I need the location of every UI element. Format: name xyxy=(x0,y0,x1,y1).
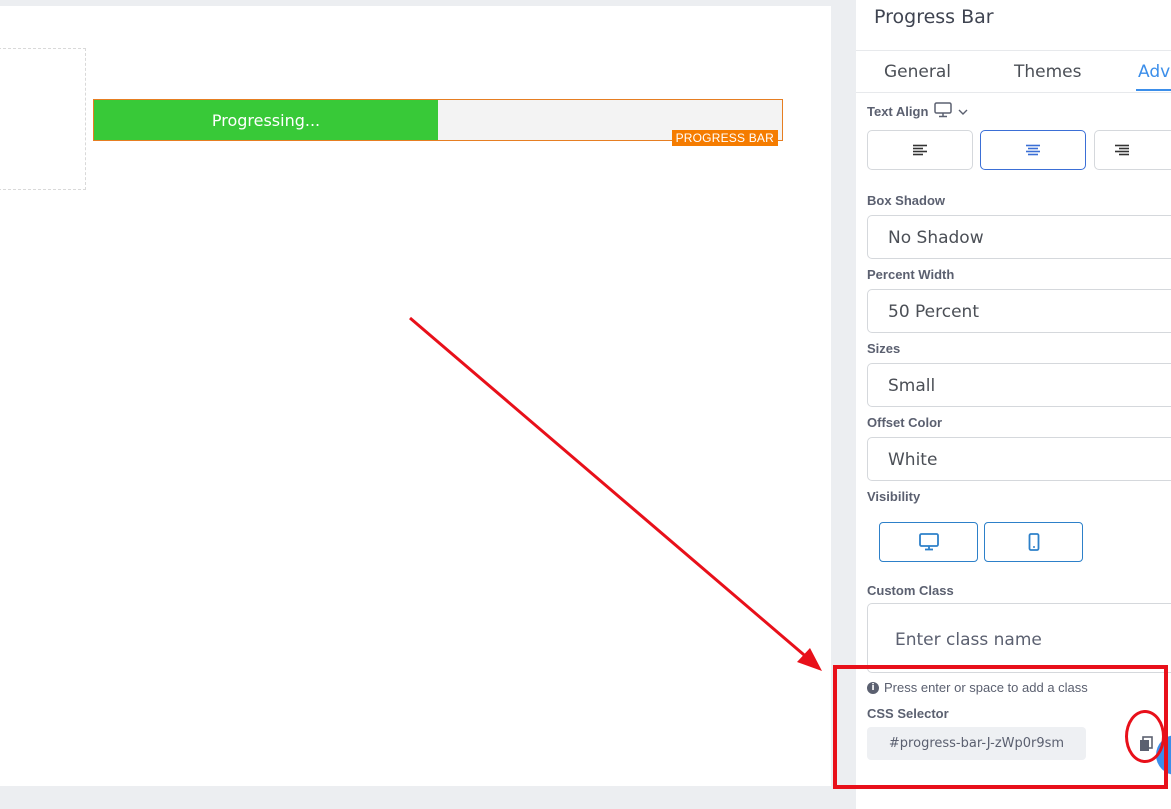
percent-width-label: Percent Width xyxy=(867,267,955,282)
sizes-select[interactable]: Small xyxy=(867,363,1171,407)
align-left-button[interactable] xyxy=(867,130,973,170)
percent-width-select[interactable]: 50 Percent xyxy=(867,289,1171,333)
offset-color-label: Offset Color xyxy=(867,415,943,430)
align-center-icon xyxy=(1026,144,1040,156)
custom-class-input[interactable]: Enter class name xyxy=(867,603,1171,673)
annotation-arrow-line xyxy=(409,316,811,662)
box-shadow-select[interactable]: No Shadow xyxy=(867,215,1171,259)
sizes-label: Sizes xyxy=(867,341,901,356)
align-left-icon xyxy=(913,144,927,156)
tab-advanced[interactable]: Adva xyxy=(1138,62,1171,82)
text-align-label-row: Text Align xyxy=(867,102,968,121)
monitor-icon[interactable] xyxy=(934,102,953,121)
align-center-button[interactable] xyxy=(980,130,1086,170)
align-right-icon xyxy=(1115,144,1129,156)
tab-general[interactable]: General xyxy=(884,62,951,82)
annotation-highlight-circle xyxy=(1125,710,1165,763)
active-tab-indicator xyxy=(1136,89,1171,91)
desktop-icon xyxy=(918,533,939,551)
offset-color-select[interactable]: White xyxy=(867,437,1171,481)
custom-class-label: Custom Class xyxy=(867,583,954,598)
tab-themes[interactable]: Themes xyxy=(1014,62,1082,82)
visibility-desktop-button[interactable] xyxy=(879,522,978,562)
visibility-label: Visibility xyxy=(867,489,921,504)
box-shadow-label: Box Shadow xyxy=(867,193,946,208)
visibility-mobile-button[interactable] xyxy=(984,522,1083,562)
chevron-down-icon[interactable] xyxy=(958,104,968,119)
align-right-button[interactable] xyxy=(1094,130,1171,170)
panel-title: Progress Bar xyxy=(874,6,994,28)
panel-tabs: General Themes Adva xyxy=(856,50,1171,93)
text-align-label: Text Align xyxy=(867,104,929,119)
annotation-highlight-box xyxy=(833,665,1168,789)
mobile-icon xyxy=(1028,533,1039,551)
